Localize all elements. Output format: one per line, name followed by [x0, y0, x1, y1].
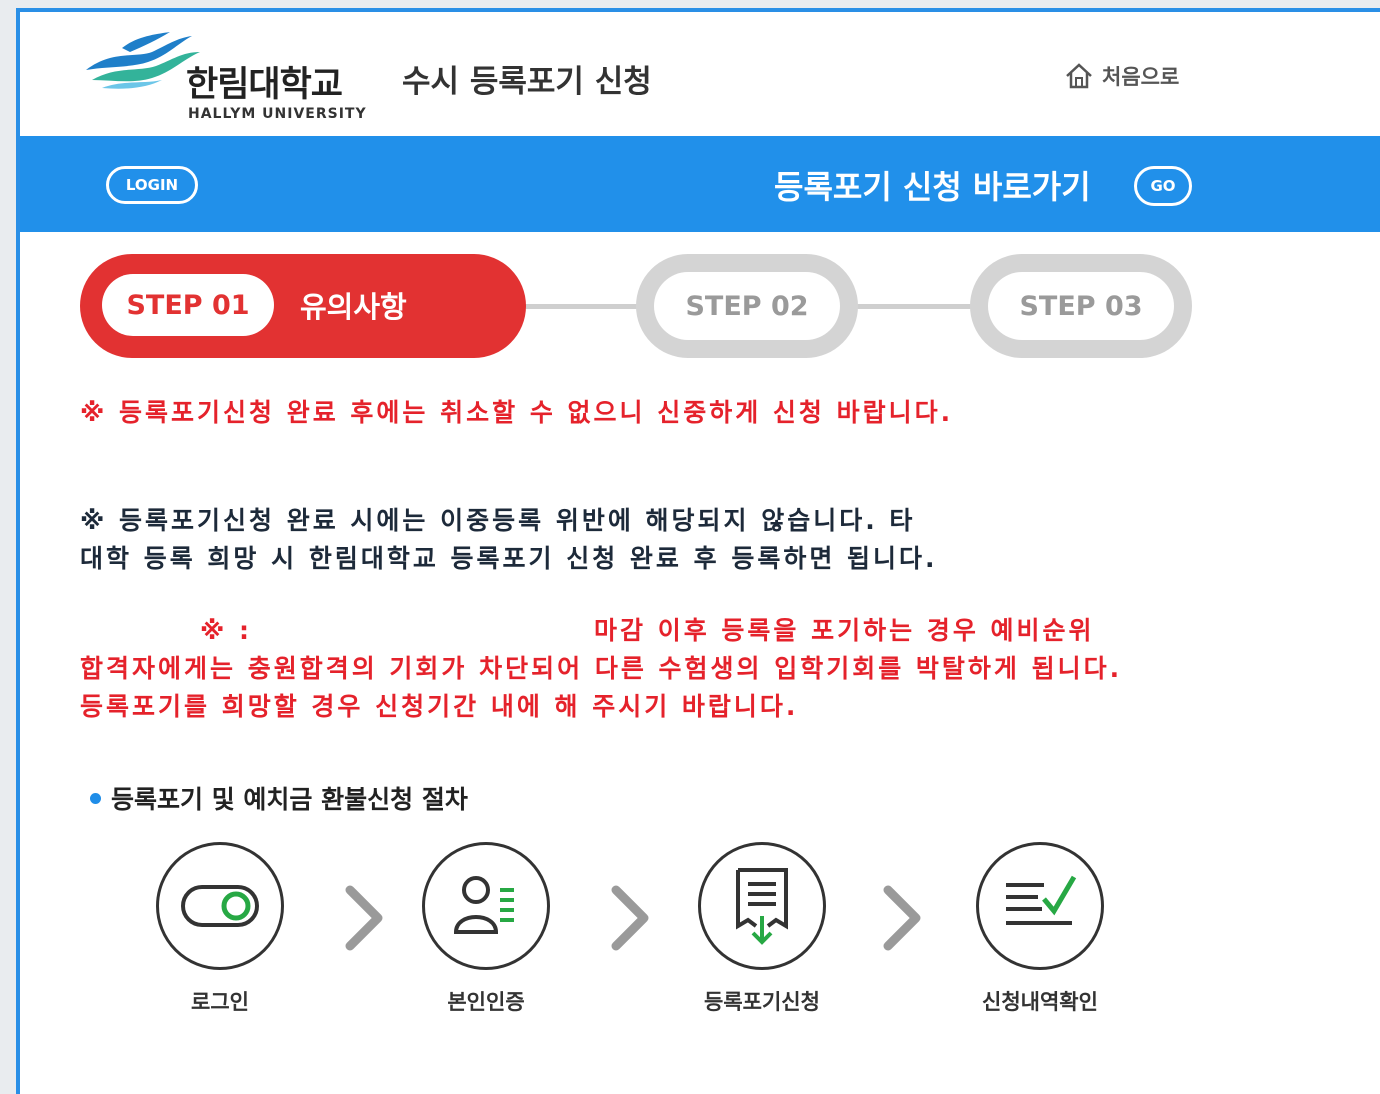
logo-english-text: HALLYM UNIVERSITY — [188, 106, 367, 122]
toggle-icon — [156, 842, 284, 970]
action-bar: LOGIN 등록포기 신청 바로가기 GO — [20, 136, 1380, 232]
procedure-step-label: 신청내역확인 — [982, 990, 1098, 1014]
page-title: 수시 등록포기 신청 — [402, 64, 652, 100]
home-link[interactable]: 처음으로 — [1064, 60, 1179, 92]
step-01-title: 유의사항 — [300, 290, 407, 324]
notice-mark: ※ : — [200, 616, 253, 645]
university-logo[interactable]: 한림대학교 HALLYM UNIVERSITY — [82, 30, 382, 130]
step-connector — [520, 304, 650, 309]
notice-line: 대학 등록 희망 시 한림대학교 등록포기 신청 완료 후 등록하면 됩니다. — [80, 544, 938, 573]
notice-double-registration: ※ 등록포기신청 완료 시에는 이중등록 위반에 해당되지 않습니다. 타 대학… — [80, 502, 938, 578]
login-button[interactable]: LOGIN — [106, 166, 198, 204]
procedure-step-login: 로그인 — [140, 842, 300, 1016]
checklist-icon — [976, 842, 1104, 970]
step-02[interactable]: STEP 02 — [636, 254, 858, 358]
notice-line: ※ 등록포기신청 완료 시에는 이중등록 위반에 해당되지 않습니다. 타 — [80, 506, 916, 535]
home-icon — [1066, 63, 1092, 89]
notice-cancel-warning: ※ 등록포기신청 완료 후에는 취소할 수 없으니 신중하게 신청 바랍니다. — [80, 398, 954, 427]
step-03[interactable]: STEP 03 — [970, 254, 1192, 358]
header: 한림대학교 HALLYM UNIVERSITY 수시 등록포기 신청 처음으로 — [20, 12, 1380, 134]
logo-korean-text: 한림대학교 — [186, 65, 343, 105]
step-connector — [850, 304, 980, 309]
procedure-step-apply: 등록포기신청 — [682, 842, 842, 1016]
notice-text: 마감 이후 등록을 포기하는 경우 예비순위 — [594, 616, 1095, 645]
procedure-title: 등록포기 및 예치금 환불신청 절차 — [90, 780, 468, 816]
step-02-label: STEP 02 — [654, 272, 840, 340]
go-shortcut-text[interactable]: 등록포기 신청 바로가기 — [774, 162, 1091, 208]
chevron-right-icon — [883, 885, 921, 951]
notice-line: 등록포기를 희망할 경우 신청기간 내에 해 주시기 바랍니다. — [80, 692, 799, 721]
procedure-step-label: 로그인 — [191, 990, 249, 1014]
procedure-step-identity: 본인인증 — [406, 842, 566, 1016]
notice-deadline-warning: ※ : 마감 이후 등록을 포기하는 경우 예비순위 합격자에게는 충원합격의 기… — [80, 612, 1122, 726]
page-frame: 한림대학교 HALLYM UNIVERSITY 수시 등록포기 신청 처음으로 … — [16, 8, 1380, 1094]
step-03-label: STEP 03 — [988, 272, 1174, 340]
notice-line: 합격자에게는 충원합격의 기회가 차단되어 다른 수험생의 입학기회를 박탈하게… — [80, 654, 1123, 683]
procedure-step-confirm: 신청내역확인 — [960, 842, 1120, 1016]
notice-line: ※ : 마감 이후 등록을 포기하는 경우 예비순위 — [80, 612, 1122, 650]
bullet-icon — [90, 792, 101, 804]
procedure-title-text: 등록포기 및 예치금 환불신청 절차 — [111, 785, 468, 814]
chevron-right-icon — [611, 885, 649, 951]
user-list-icon — [422, 842, 550, 970]
procedure-step-label: 본인인증 — [447, 990, 525, 1014]
procedure-step-label: 등록포기신청 — [704, 990, 820, 1014]
home-link-label: 처음으로 — [1102, 65, 1180, 89]
chevron-right-icon — [345, 885, 383, 951]
go-button[interactable]: GO — [1134, 166, 1192, 206]
step-indicator: STEP 01 유의사항 STEP 02 STEP 03 — [20, 246, 1380, 366]
step-01-badge: STEP 01 — [102, 274, 274, 336]
step-01-active[interactable]: STEP 01 유의사항 — [80, 254, 526, 358]
document-download-icon — [698, 842, 826, 970]
